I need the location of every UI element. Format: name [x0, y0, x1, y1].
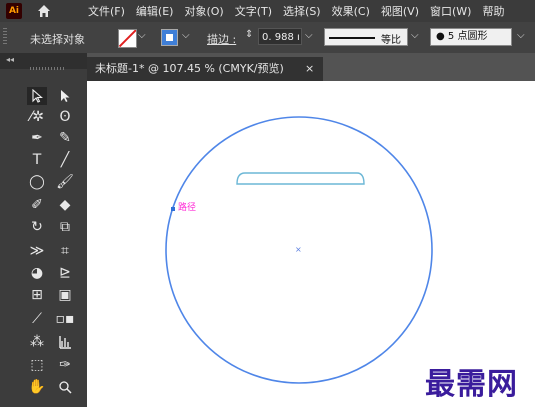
- control-bar-grip[interactable]: [3, 28, 7, 46]
- close-icon[interactable]: ×: [305, 57, 314, 81]
- menu-type[interactable]: 文字(T): [235, 3, 272, 19]
- chevron-down-icon[interactable]: ⌵: [517, 30, 525, 41]
- document-tab-bar: 未标题-1* @ 107.45 % (CMYK/预览) ×: [87, 53, 535, 81]
- stepper-icon[interactable]: ⇕: [245, 29, 253, 40]
- ellipse-tool-icon[interactable]: ◯: [27, 173, 47, 191]
- selection-tool-icon[interactable]: [27, 87, 47, 105]
- hand-tool-icon[interactable]: ✋: [27, 378, 47, 396]
- tools-panel-grip[interactable]: [30, 67, 66, 70]
- chevron-down-icon[interactable]: ⌵: [138, 30, 146, 41]
- menu-file[interactable]: 文件(F): [88, 3, 125, 19]
- profile-label: 等比: [381, 35, 401, 46]
- lasso-tool-icon[interactable]: ʘ: [55, 108, 75, 126]
- rotate-tool-icon[interactable]: ↻: [27, 218, 47, 236]
- menu-select[interactable]: 选择(S): [283, 3, 321, 19]
- document-tab-title: 未标题-1* @ 107.45 % (CMYK/预览): [95, 62, 284, 75]
- menu-effect[interactable]: 效果(C): [332, 3, 370, 19]
- chevron-down-icon[interactable]: ⌵: [411, 30, 419, 41]
- type-tool-icon[interactable]: T: [27, 151, 47, 169]
- smart-guide-label: 路径: [178, 203, 197, 213]
- width-tool-icon[interactable]: ≫: [27, 242, 47, 260]
- menu-view[interactable]: 视图(V): [381, 3, 419, 19]
- pen-tool-icon[interactable]: ✒: [27, 129, 47, 147]
- collapse-icon[interactable]: ◂◂: [6, 55, 14, 64]
- zoom-tool-icon[interactable]: [55, 378, 75, 396]
- shape-builder-tool-icon[interactable]: ◕: [27, 264, 47, 282]
- symbol-sprayer-tool-icon[interactable]: ⁂: [27, 333, 47, 351]
- eyedropper-tool-icon[interactable]: ⟋: [27, 310, 47, 328]
- profile-line-icon: [329, 37, 375, 39]
- selection-status: 未选择对象: [30, 33, 85, 46]
- menu-window[interactable]: 窗口(W): [430, 3, 471, 19]
- menu-bar: Ai 文件(F) 编辑(E) 对象(O) 文字(T) 选择(S) 效果(C) 视…: [0, 0, 535, 22]
- scale-tool-icon[interactable]: ⧉: [55, 218, 75, 236]
- control-bar: 未选择对象 ⌵ ⌵ 描边 : ⇕ 0. 988 ı ⌵ 等比 ⌵ ● 5 点圆形…: [0, 22, 535, 54]
- document-tab[interactable]: 未标题-1* @ 107.45 % (CMYK/预览) ×: [87, 57, 323, 81]
- menu-edit[interactable]: 编辑(E): [136, 3, 174, 19]
- artboard-canvas[interactable]: 路径 × 最需网: [87, 81, 535, 407]
- app-logo[interactable]: Ai: [6, 3, 22, 19]
- rounded-trapezoid-shape[interactable]: [236, 172, 365, 185]
- gradient-tool-icon[interactable]: ▣: [55, 286, 75, 304]
- menu-object[interactable]: 对象(O): [184, 3, 223, 19]
- column-graph-tool-icon[interactable]: [55, 333, 75, 351]
- paintbrush-tool-icon[interactable]: 🖌: [55, 173, 75, 191]
- curvature-tool-icon[interactable]: ✎: [55, 129, 75, 147]
- menu-help[interactable]: 帮助: [482, 3, 504, 19]
- perspective-grid-tool-icon[interactable]: ⊵: [55, 264, 75, 282]
- free-transform-tool-icon[interactable]: ⌗: [55, 242, 75, 260]
- eraser-tool-icon[interactable]: ◆: [55, 196, 75, 214]
- mesh-tool-icon[interactable]: ⊞: [27, 286, 47, 304]
- watermark-logo: 最需网: [425, 367, 518, 402]
- magic-wand-tool-icon[interactable]: ⁄✲: [27, 108, 47, 126]
- tools-panel: ◂◂ ⁄✲ ʘ ✒ ✎ T ╱ ◯ 🖌 ✐ ◆ ↻ ⧉ ≫ ⌗ ◕ ⊵ ⊞ ▣ …: [0, 53, 87, 407]
- center-point-icon: ×: [295, 245, 302, 254]
- stroke-weight-input[interactable]: 0. 988 ı: [258, 28, 302, 45]
- chevron-down-icon[interactable]: ⌵: [182, 30, 190, 41]
- artboard-tool-icon[interactable]: ⬚: [27, 356, 47, 374]
- line-segment-tool-icon[interactable]: ╱: [55, 151, 75, 169]
- direct-selection-tool-icon[interactable]: [55, 87, 75, 105]
- chevron-down-icon[interactable]: ⌵: [305, 30, 313, 41]
- home-icon[interactable]: [36, 3, 52, 19]
- anchor-point[interactable]: [171, 207, 175, 211]
- stroke-color-swatch[interactable]: [118, 29, 137, 48]
- shaper-tool-icon[interactable]: ✐: [27, 196, 47, 214]
- stroke-label[interactable]: 描边 :: [207, 31, 236, 47]
- blend-tool-icon[interactable]: ▫▪: [55, 310, 75, 328]
- fill-color-swatch[interactable]: [161, 29, 178, 46]
- brush-definition-select[interactable]: ● 5 点圆形: [430, 28, 512, 46]
- variable-width-profile-select[interactable]: 等比: [324, 28, 408, 46]
- slice-tool-icon[interactable]: ✑: [55, 356, 75, 374]
